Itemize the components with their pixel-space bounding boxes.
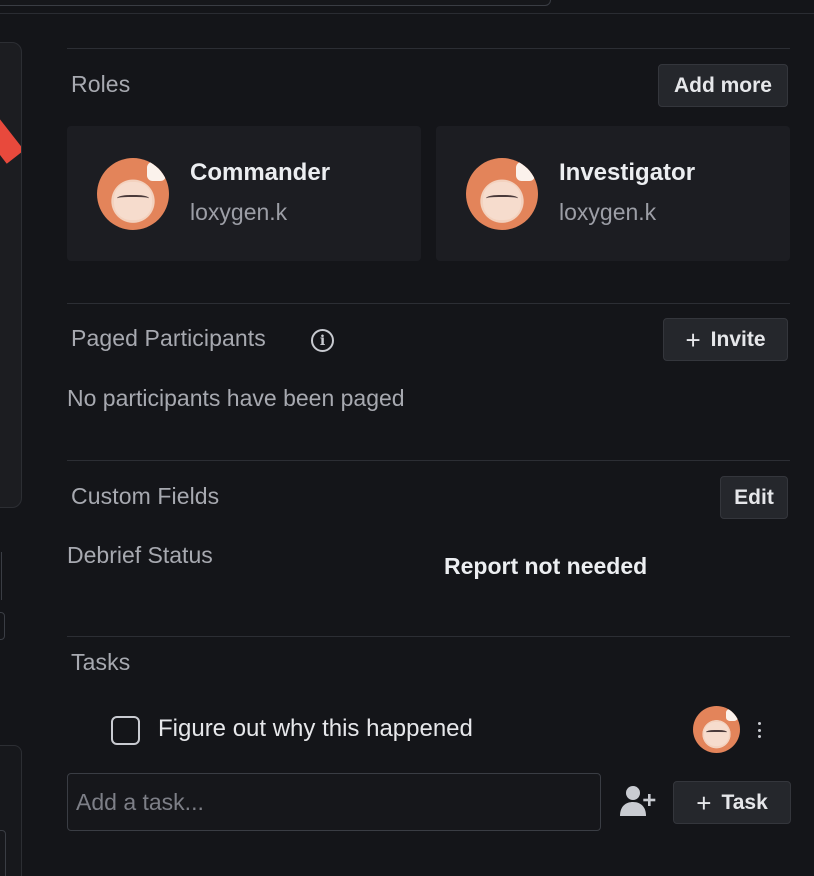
custom-field-label: Debrief Status (67, 542, 213, 568)
left-panel-button-edge[interactable] (0, 612, 5, 640)
user-avatar (97, 158, 169, 230)
top-input-edge (0, 0, 551, 6)
info-icon[interactable]: i (311, 329, 334, 352)
add-task-button[interactable]: + Task (673, 781, 791, 824)
role-card-investigator[interactable]: Investigator loxygen.k (436, 126, 790, 261)
add-task-input[interactable] (67, 773, 601, 831)
role-name: Investigator (559, 159, 696, 186)
section-divider (67, 303, 790, 304)
section-divider (67, 460, 790, 461)
section-divider (67, 636, 790, 637)
left-panel-edge (0, 552, 2, 600)
user-avatar (466, 158, 538, 230)
invite-label: Invite (710, 327, 766, 351)
invite-button[interactable]: + Invite (663, 318, 788, 361)
edit-label: Edit (734, 485, 774, 509)
role-assignee: loxygen.k (559, 199, 657, 225)
paged-participants-title: Paged Participants (71, 325, 266, 351)
plus-icon: + (685, 324, 701, 355)
add-more-label: Add more (673, 73, 772, 97)
top-divider (0, 13, 814, 14)
custom-fields-title: Custom Fields (71, 483, 220, 509)
tasks-title: Tasks (71, 649, 131, 675)
custom-field-value[interactable]: Report not needed (444, 553, 647, 580)
role-card-commander[interactable]: Commander loxygen.k (67, 126, 421, 261)
incident-sidebar: Roles Add more Commander loxygen.k Inves… (0, 0, 814, 876)
corner-ribbon (0, 95, 21, 164)
left-panel-card (0, 42, 22, 508)
add-more-roles-button[interactable]: Add more (658, 64, 788, 107)
section-divider (67, 48, 790, 49)
plus-icon: + (696, 787, 712, 818)
add-task-label: Task (721, 790, 768, 814)
role-assignee: loxygen.k (190, 199, 288, 225)
left-lower-panel-control[interactable] (0, 830, 6, 876)
no-participants-text: No participants have been paged (67, 385, 405, 411)
edit-custom-fields-button[interactable]: Edit (720, 476, 788, 519)
roles-title: Roles (71, 71, 131, 97)
task-checkbox[interactable] (111, 716, 140, 745)
role-name: Commander (190, 159, 331, 186)
more-options-icon[interactable] (752, 718, 766, 742)
task-label[interactable]: Figure out why this happened (158, 715, 473, 743)
add-person-icon[interactable] (619, 784, 657, 818)
task-assignee-avatar[interactable] (693, 706, 740, 753)
